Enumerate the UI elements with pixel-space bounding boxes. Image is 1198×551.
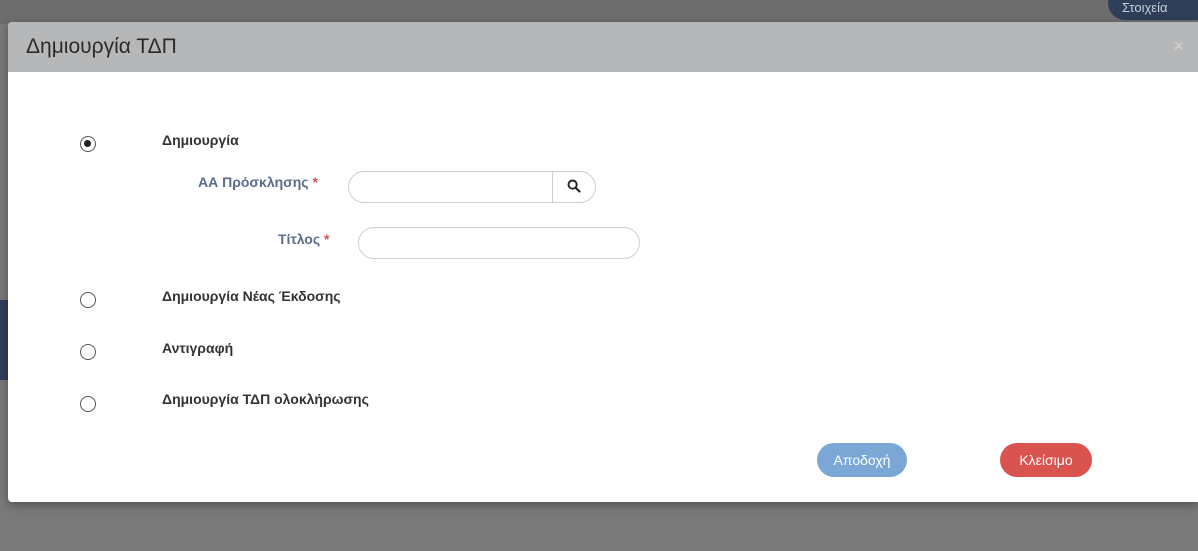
option-label-completion: Δημιουργία ΤΔΠ ολοκλήρωσης: [162, 391, 369, 407]
radio-create[interactable]: [80, 136, 96, 152]
background-button: Στοιχεία: [1108, 0, 1198, 20]
title-input[interactable]: [358, 227, 640, 259]
modal-title: Δημιουργία ΤΔΠ: [26, 35, 177, 58]
option-label-copy: Αντιγραφή: [162, 340, 234, 356]
search-button[interactable]: [552, 171, 596, 203]
aa-invitation-label: ΑΑ Πρόσκλησης *: [198, 174, 318, 190]
radio-completion[interactable]: [80, 396, 96, 412]
radio-new-version[interactable]: [80, 292, 96, 308]
accept-button[interactable]: Αποδοχή: [817, 443, 907, 477]
create-tdp-modal: Δημιουργία ΤΔΠ × Δημιουργία ΑΑ Πρόσκληση…: [8, 22, 1198, 502]
aa-invitation-label-text: ΑΑ Πρόσκλησης: [198, 174, 309, 190]
required-mark: *: [324, 231, 330, 247]
modal-header: Δημιουργία ΤΔΠ ×: [8, 22, 1198, 72]
close-icon[interactable]: ×: [1173, 36, 1184, 57]
page-backdrop: [0, 0, 1198, 24]
search-icon: [567, 179, 581, 193]
title-label: Τίτλος *: [278, 231, 329, 247]
close-button[interactable]: Κλείσιμο: [1000, 443, 1092, 477]
aa-invitation-input[interactable]: [348, 171, 553, 203]
title-label-text: Τίτλος: [278, 231, 321, 247]
required-mark: *: [312, 174, 318, 190]
option-label-new-version: Δημιουργία Νέας Έκδοσης: [162, 288, 341, 304]
radio-copy[interactable]: [80, 344, 96, 360]
option-label-create: Δημιουργία: [162, 132, 239, 148]
